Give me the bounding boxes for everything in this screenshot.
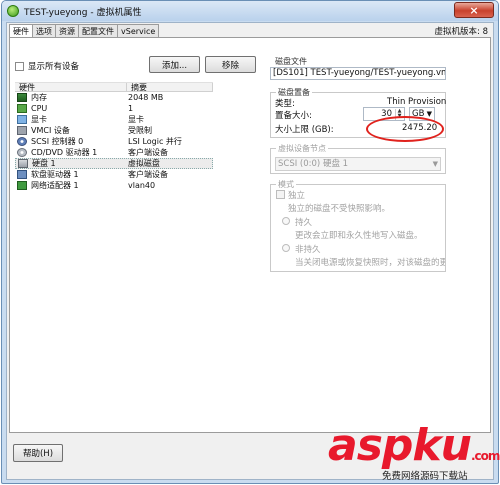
cpu-icon bbox=[17, 104, 27, 113]
scsi-controller-icon bbox=[17, 137, 27, 146]
hardware-name: SCSI 控制器 0 bbox=[31, 137, 84, 146]
column-summary[interactable]: 摘要 bbox=[127, 83, 213, 92]
virtual-device-node-select[interactable]: SCSI (0:0) 硬盘 1 ▼ bbox=[275, 157, 441, 171]
persistent-radio[interactable] bbox=[282, 217, 290, 225]
independent-description: 独立的磁盘不受快照影响。 bbox=[288, 204, 391, 214]
properties-window: TEST-yueyong - 虚拟机属性 × 硬件 选项 资源 配置文件 vSe… bbox=[1, 0, 499, 484]
tab-vservice[interactable]: vService bbox=[117, 24, 160, 38]
watermark-logo-suffix: .com bbox=[470, 449, 500, 463]
hardware-row-display[interactable]: 显卡 显卡 bbox=[15, 114, 213, 125]
tab-profiles[interactable]: 配置文件 bbox=[78, 24, 118, 38]
nonpersistent-description: 当关闭电源或恢复快照时，对该磁盘的更 bbox=[295, 258, 445, 268]
hardware-name: CD/DVD 驱动器 1 bbox=[31, 148, 98, 157]
hardware-tab-panel: 显示所有设备 添加... 移除 硬件 摘要 内存 2048 MB CPU 1 显… bbox=[9, 37, 491, 433]
title-bar[interactable]: TEST-yueyong - 虚拟机属性 × bbox=[2, 1, 498, 21]
dialog-client-area: 硬件 选项 资源 配置文件 vService 虚拟机版本: 8 显示所有设备 添… bbox=[6, 22, 494, 480]
column-hardware[interactable]: 硬件 bbox=[15, 83, 127, 92]
nonpersistent-radio[interactable] bbox=[282, 244, 290, 252]
hardware-row-vmci[interactable]: VMCI 设备 受限制 bbox=[15, 125, 213, 136]
hardware-summary: 显卡 bbox=[128, 115, 144, 124]
vmci-device-icon bbox=[17, 126, 27, 135]
hardware-list: 硬件 摘要 内存 2048 MB CPU 1 显卡 显卡 VMCI 设备 受限制… bbox=[15, 82, 213, 191]
provision-type-label: 类型: bbox=[275, 99, 295, 109]
hardware-row-hard-disk[interactable]: 硬盘 1 虚拟磁盘 bbox=[15, 158, 213, 169]
hardware-summary: 虚拟磁盘 bbox=[127, 159, 160, 168]
independent-label: 独立 bbox=[288, 191, 306, 201]
close-icon: × bbox=[469, 3, 479, 17]
add-device-button[interactable]: 添加... bbox=[149, 56, 200, 73]
display-card-icon bbox=[17, 115, 27, 124]
hardware-summary: 受限制 bbox=[128, 126, 152, 135]
vm-version-label: 虚拟机版本: 8 bbox=[434, 27, 488, 37]
hard-disk-icon bbox=[18, 159, 28, 168]
show-all-devices-label: 显示所有设备 bbox=[28, 62, 80, 72]
nonpersistent-label: 非持久 bbox=[295, 245, 321, 255]
independent-checkbox[interactable] bbox=[276, 190, 285, 199]
hardware-name: 内存 bbox=[31, 93, 47, 102]
hardware-row-cpu[interactable]: CPU 1 bbox=[15, 103, 213, 114]
hardware-name: 硬盘 1 bbox=[32, 159, 56, 168]
provision-type-value: Thin Provision bbox=[387, 97, 447, 107]
persistent-description: 更改会立即和永久性地写入磁盘。 bbox=[295, 231, 423, 241]
floppy-drive-icon bbox=[17, 170, 27, 179]
hardware-name: 显卡 bbox=[31, 115, 47, 124]
virtual-device-node-title: 虚拟设备节点 bbox=[276, 143, 328, 154]
hardware-row-memory[interactable]: 内存 2048 MB bbox=[15, 92, 213, 103]
vm-app-icon bbox=[7, 5, 19, 17]
hardware-name: 软盘驱动器 1 bbox=[31, 170, 79, 179]
watermark-subtitle: 免费网络源码下载站 bbox=[382, 471, 468, 482]
disk-file-path[interactable]: [DS101] TEST-yueyong/TEST-yueyong.vmdk bbox=[270, 67, 446, 80]
hardware-summary: LSI Logic 并行 bbox=[128, 137, 182, 146]
virtual-device-node-value: SCSI (0:0) 硬盘 1 bbox=[278, 159, 349, 169]
hardware-row-scsi[interactable]: SCSI 控制器 0 LSI Logic 并行 bbox=[15, 136, 213, 147]
remove-device-button[interactable]: 移除 bbox=[205, 56, 256, 73]
hardware-summary: 客户端设备 bbox=[128, 170, 168, 179]
network-adapter-icon bbox=[17, 181, 27, 190]
close-button[interactable]: × bbox=[454, 2, 494, 18]
tab-options[interactable]: 选项 bbox=[32, 24, 56, 38]
hardware-summary: vlan40 bbox=[128, 181, 156, 190]
hardware-row-network[interactable]: 网络适配器 1 vlan40 bbox=[15, 180, 213, 191]
show-all-devices[interactable]: 显示所有设备 bbox=[15, 60, 79, 72]
site-watermark: aspku.com 免费网络源码下载站 bbox=[328, 424, 500, 483]
window-title: TEST-yueyong - 虚拟机属性 bbox=[24, 7, 142, 18]
hardware-summary: 2048 MB bbox=[128, 93, 164, 102]
provisioned-size-label: 置备大小: bbox=[275, 111, 312, 121]
show-all-devices-checkbox[interactable] bbox=[15, 61, 24, 71]
hardware-summary: 1 bbox=[128, 104, 134, 113]
disk-mode-group: 模式 独立 独立的磁盘不受快照影响。 持久 更改会立即和永久性地写入磁盘。 非持… bbox=[270, 179, 446, 272]
watermark-logo-a: asp bbox=[328, 420, 413, 471]
disk-file-title: 磁盘文件 bbox=[275, 57, 307, 66]
hardware-name: VMCI 设备 bbox=[31, 126, 70, 135]
hardware-name: CPU bbox=[31, 104, 48, 113]
max-size-label: 大小上限 (GB): bbox=[275, 125, 334, 135]
tab-strip: 硬件 选项 资源 配置文件 vService bbox=[9, 24, 160, 39]
tab-resources[interactable]: 资源 bbox=[55, 24, 79, 38]
chevron-down-icon: ▼ bbox=[432, 160, 438, 168]
virtual-device-node-group: 虚拟设备节点 SCSI (0:0) 硬盘 1 ▼ bbox=[270, 143, 446, 174]
annotation-highlight-ellipse bbox=[366, 116, 444, 142]
help-button[interactable]: 帮助(H) bbox=[13, 444, 63, 462]
hardware-name: 网络适配器 1 bbox=[31, 181, 79, 190]
cd-dvd-drive-icon bbox=[17, 148, 27, 157]
watermark-logo-b: ku bbox=[412, 420, 472, 471]
hardware-row-cd-dvd[interactable]: CD/DVD 驱动器 1 客户端设备 bbox=[15, 147, 213, 158]
memory-icon bbox=[17, 93, 27, 102]
hardware-row-floppy[interactable]: 软盘驱动器 1 客户端设备 bbox=[15, 169, 213, 180]
persistent-label: 持久 bbox=[295, 218, 313, 228]
disk-file-group: 磁盘文件 [DS101] TEST-yueyong/TEST-yueyong.v… bbox=[270, 57, 446, 82]
hardware-list-header: 硬件 摘要 bbox=[15, 82, 213, 92]
hardware-summary: 客户端设备 bbox=[128, 148, 168, 157]
